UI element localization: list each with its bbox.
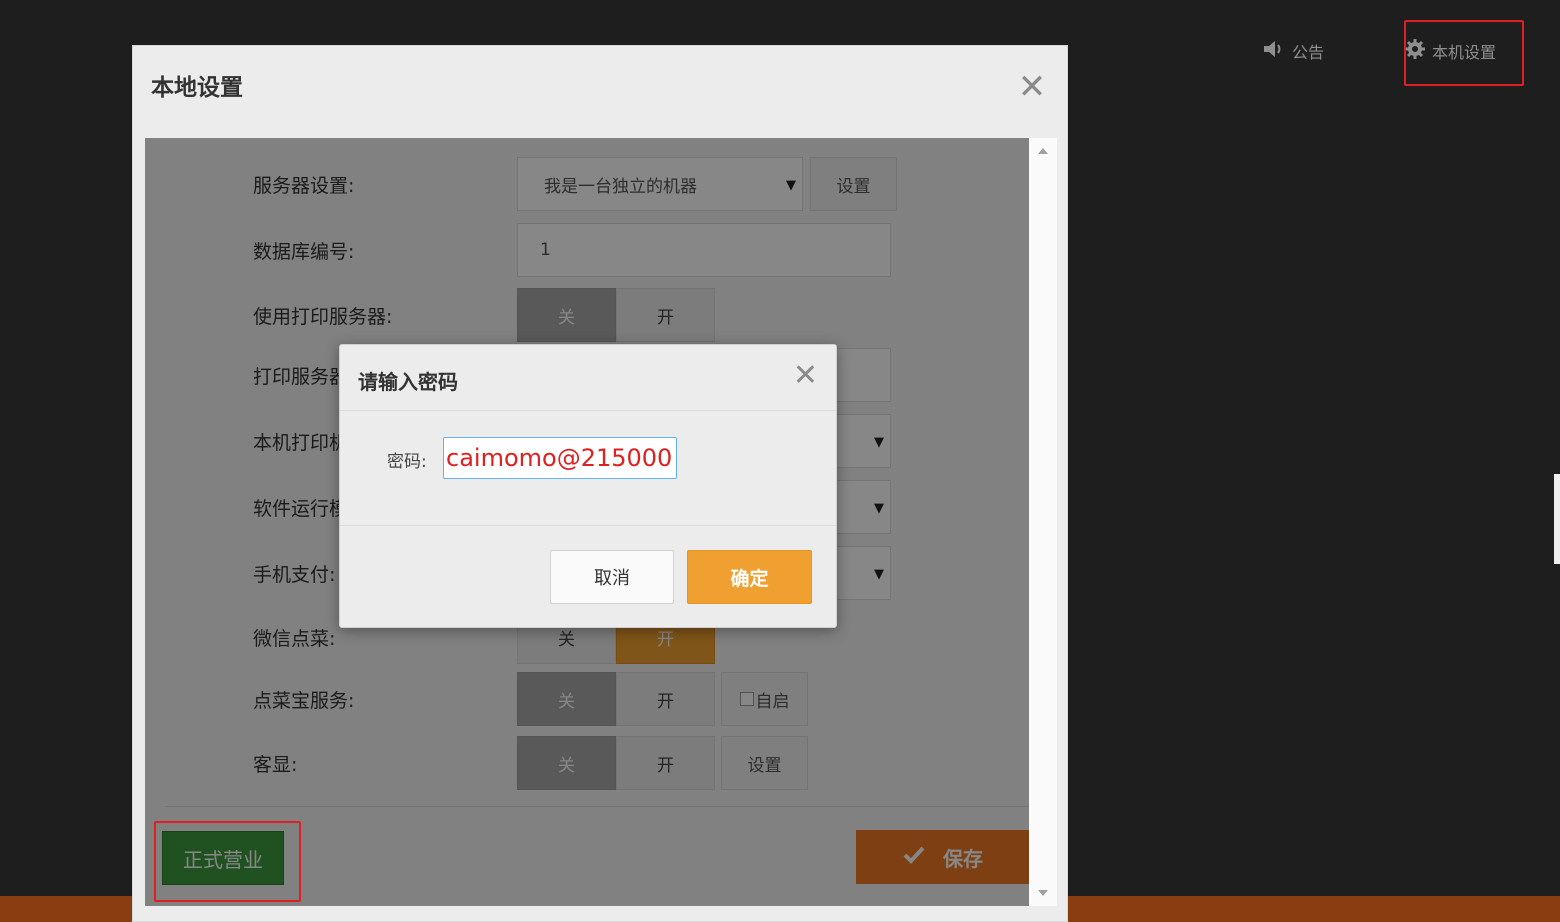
cancel-button[interactable]: 取消: [550, 550, 674, 604]
notice-link[interactable]: 公告: [1262, 36, 1324, 66]
speaker-icon: [1262, 38, 1286, 64]
highlight-box-local-settings: [1404, 20, 1524, 86]
close-icon[interactable]: ✕: [1017, 70, 1047, 104]
modal-title: 本地设置: [151, 75, 243, 101]
confirm-button[interactable]: 确定: [687, 550, 812, 604]
password-dialog: 请输入密码 ✕ 密码: caimomo@215000 取消 确定: [339, 344, 837, 628]
notice-label: 公告: [1292, 43, 1325, 62]
scroll-down-arrow-icon[interactable]: [1038, 890, 1048, 896]
side-panel-edge: [1554, 474, 1560, 564]
password-input[interactable]: caimomo@215000: [443, 437, 677, 479]
highlight-box-start-business: [154, 821, 301, 902]
password-dialog-title: 请输入密码: [358, 370, 458, 394]
password-dialog-header: 请输入密码 ✕: [340, 345, 836, 411]
password-dialog-divider: [340, 525, 836, 526]
password-label: 密码:: [387, 452, 427, 472]
scrollbar[interactable]: [1029, 138, 1057, 906]
close-icon[interactable]: ✕: [793, 361, 818, 391]
scroll-up-arrow-icon[interactable]: [1038, 148, 1048, 154]
